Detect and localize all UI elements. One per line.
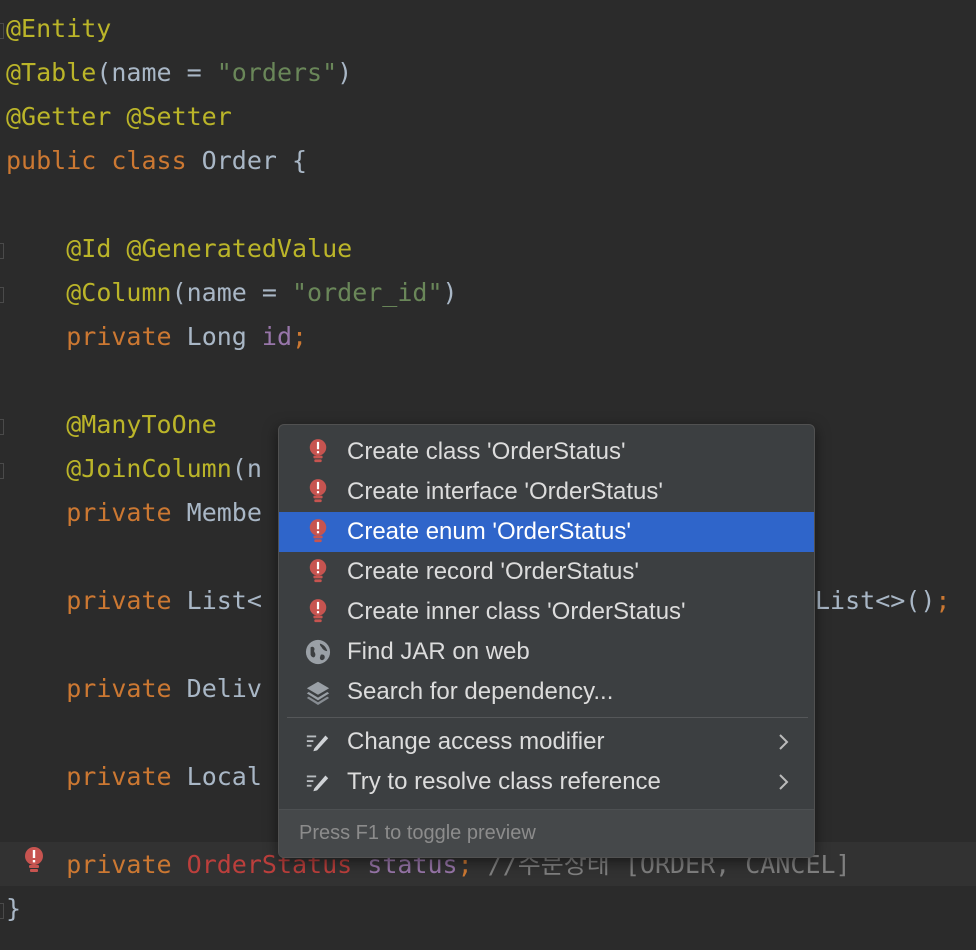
keyword: private — [66, 322, 187, 351]
code-text: (name = — [96, 58, 217, 87]
keyword: private — [66, 762, 187, 791]
semicolon: ; — [292, 322, 308, 351]
annotation: @Getter @Setter — [6, 102, 232, 131]
menu-item[interactable]: Create interface 'OrderStatus' — [279, 472, 814, 512]
type-name: Long — [186, 322, 262, 351]
fold-marker[interactable] — [0, 23, 4, 39]
keyword: public class — [6, 146, 202, 175]
menu-item[interactable]: Search for dependency... — [279, 672, 814, 712]
code-text: ) — [337, 58, 353, 87]
code-text: ) — [442, 278, 458, 307]
menu-item[interactable]: Create record 'OrderStatus' — [279, 552, 814, 592]
annotation: @Entity — [6, 14, 112, 43]
menu-item[interactable]: Create enum 'OrderStatus' — [279, 512, 814, 552]
fold-marker[interactable] — [0, 243, 4, 259]
menu-item-label: Create inner class 'OrderStatus' — [347, 598, 686, 625]
annotation: @JoinColumn — [66, 454, 232, 483]
error-bulb-icon — [305, 477, 331, 507]
keyword: private — [66, 674, 187, 703]
menu-item[interactable]: Create class 'OrderStatus' — [279, 432, 814, 472]
menu-item-label: Find JAR on web — [347, 638, 530, 665]
menu-item-label: Search for dependency... — [347, 678, 614, 705]
code-line[interactable]: } — [6, 887, 21, 931]
menu-item[interactable]: Change access modifier — [279, 722, 814, 762]
code-text: } — [6, 894, 22, 923]
keyword: private — [66, 586, 187, 615]
chevron-right-icon — [778, 730, 790, 754]
code-line[interactable]: private Long id; — [6, 315, 307, 359]
type-name: Membe — [186, 498, 262, 527]
annotation: @Column — [66, 278, 172, 307]
code-text: (n — [231, 454, 262, 483]
string-literal: "order_id" — [292, 278, 443, 307]
type-name: List< — [186, 586, 262, 615]
menu-item[interactable]: Find JAR on web — [279, 632, 814, 672]
code-line[interactable]: @JoinColumn(n — [6, 447, 262, 491]
error-bulb-icon[interactable] — [22, 846, 46, 876]
fold-marker[interactable] — [0, 903, 4, 919]
code-line-tail[interactable]: List<>(); — [815, 579, 950, 623]
error-bulb-icon — [305, 557, 331, 587]
field-name: id — [261, 322, 293, 351]
menu-item[interactable]: Try to resolve class reference — [279, 762, 814, 802]
keyword: private — [66, 850, 187, 879]
code-text: List<>() — [815, 586, 936, 615]
type-name: Deliv — [186, 674, 262, 703]
error-bulb-icon — [305, 597, 331, 627]
intention-actions-popup[interactable]: Create class 'OrderStatus' Create interfa… — [278, 424, 815, 858]
code-line[interactable]: @Id @GeneratedValue — [6, 227, 352, 271]
menu-item-label: Create enum 'OrderStatus' — [347, 518, 631, 545]
code-line[interactable]: public class Order { — [6, 139, 307, 183]
code-line[interactable]: @ManyToOne — [6, 403, 217, 447]
annotation: @Table — [6, 58, 97, 87]
error-bulb-icon — [305, 517, 331, 547]
fold-marker[interactable] — [0, 419, 4, 435]
menu-item-label: Change access modifier — [347, 728, 605, 755]
code-line[interactable]: @Table(name = "orders") — [6, 51, 352, 95]
layers-icon — [305, 677, 331, 707]
code-line[interactable]: @Entity — [6, 7, 111, 51]
code-line[interactable]: @Column(name = "order_id") — [6, 271, 458, 315]
code-line[interactable]: private List< — [6, 579, 262, 623]
pencil-icon — [305, 767, 331, 797]
fold-marker[interactable] — [0, 463, 4, 479]
fold-marker[interactable] — [0, 287, 4, 303]
code-line[interactable]: private Local — [6, 755, 262, 799]
annotation: @ManyToOne — [66, 410, 217, 439]
menu-item-label: Create class 'OrderStatus' — [347, 438, 626, 465]
code-line[interactable]: @Getter @Setter — [6, 95, 232, 139]
chevron-right-icon — [778, 770, 790, 794]
keyword: private — [66, 498, 187, 527]
menu-item-label: Create interface 'OrderStatus' — [347, 478, 663, 505]
semicolon: ; — [935, 586, 951, 615]
string-literal: "orders" — [216, 58, 338, 87]
globe-icon — [305, 637, 331, 667]
popup-footer: Press F1 to toggle preview — [279, 809, 814, 857]
type-name: Local — [186, 762, 262, 791]
footer-hint: Press F1 to toggle preview — [299, 822, 536, 844]
menu-item[interactable]: Create inner class 'OrderStatus' — [279, 592, 814, 632]
pencil-icon — [305, 727, 331, 757]
code-line[interactable]: private Deliv — [6, 667, 262, 711]
code-line[interactable]: private Membe — [6, 491, 262, 535]
error-bulb-icon — [305, 437, 331, 467]
annotation: @Id @GeneratedValue — [66, 234, 353, 263]
menu-item-label: Try to resolve class reference — [347, 768, 661, 795]
class-name: Order { — [201, 146, 308, 175]
menu-item-label: Create record 'OrderStatus' — [347, 558, 639, 585]
code-text: (name = — [171, 278, 292, 307]
menu-separator — [287, 717, 808, 718]
